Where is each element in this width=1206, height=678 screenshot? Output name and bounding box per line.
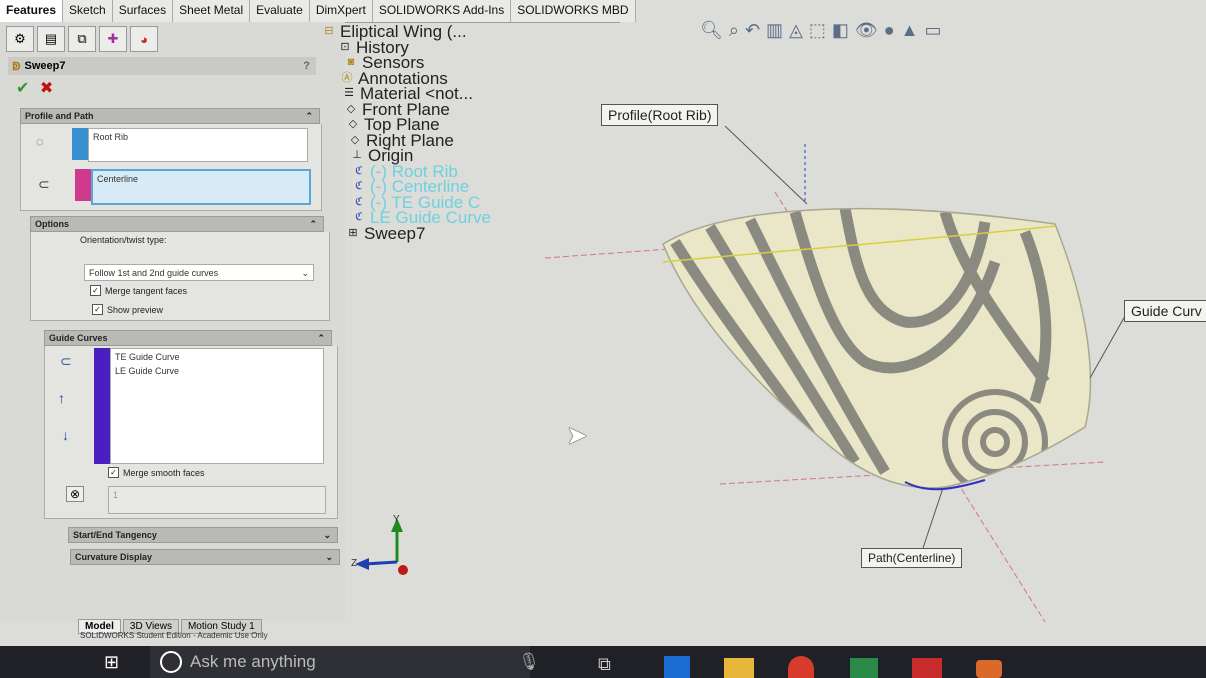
- section-count-icon: ⊗: [66, 486, 85, 502]
- sweep-title: Sweep7: [24, 60, 66, 72]
- task-view-icon[interactable]: ⧉: [598, 654, 611, 675]
- profile-callout[interactable]: Profile(Root Rib): [601, 104, 719, 126]
- tab-addins[interactable]: SOLIDWORKS Add-Ins: [372, 0, 512, 22]
- status-bar-text: SOLIDWORKS Student Edition - Academic Us…: [80, 631, 268, 640]
- manager-icon-row: ⚙ ▤ ⧉ ✚ ◕: [6, 26, 158, 54]
- orientation-value: Follow 1st and 2nd guide curves: [89, 268, 219, 278]
- collapse-icon[interactable]: ⌃: [305, 111, 313, 122]
- guide-curve-item[interactable]: TE Guide Curve: [115, 352, 319, 362]
- show-preview-label: Show preview: [107, 304, 164, 315]
- profile-color-swatch: [72, 128, 88, 160]
- ok-check-icon[interactable]: ✔: [16, 80, 29, 97]
- chevron-down-icon: ⌄: [301, 268, 309, 278]
- options-header[interactable]: Options ⌃: [30, 216, 324, 232]
- guide-curve-item[interactable]: LE Guide Curve: [115, 366, 319, 376]
- guide-color-swatch: [94, 348, 110, 464]
- curvature-label: Curvature Display: [75, 552, 153, 562]
- dropbox-icon[interactable]: [664, 656, 690, 678]
- start-end-label: Start/End Tangency: [73, 530, 157, 540]
- profile-selection-field[interactable]: Root Rib: [88, 128, 308, 162]
- guide-curves-label: Guide Curves: [49, 333, 108, 343]
- move-down-arrow-icon[interactable]: ↓: [62, 427, 69, 443]
- orientation-label: Orientation/twist type:: [80, 235, 167, 245]
- axis-y-label: Y: [393, 514, 400, 525]
- graphics-area[interactable]: [345, 22, 1206, 622]
- guide-curves-list[interactable]: TE Guide Curve LE Guide Curve: [110, 348, 324, 464]
- curvature-display-header[interactable]: Curvature Display ⌄: [70, 549, 340, 565]
- feature-manager-icon[interactable]: ⚙: [6, 26, 34, 52]
- options-label: Options: [35, 219, 69, 229]
- section-count-spinner[interactable]: 1: [108, 486, 326, 514]
- tab-evaluate[interactable]: Evaluate: [250, 0, 310, 22]
- property-manager-icon[interactable]: ▤: [37, 26, 65, 52]
- axis-z-label: Z: [351, 558, 358, 569]
- path-color-swatch: [75, 169, 91, 201]
- app-icon[interactable]: [976, 660, 1002, 678]
- cortana-search-box[interactable]: Ask me anything 🎙︎: [150, 646, 540, 678]
- cancel-x-icon[interactable]: ✖: [40, 80, 53, 97]
- profile-icon: ◌: [36, 134, 44, 149]
- search-placeholder: Ask me anything: [190, 652, 316, 671]
- merge-smooth-label: Merge smooth faces: [123, 467, 205, 478]
- app-icon[interactable]: [850, 658, 878, 678]
- windows-start-icon[interactable]: ⊞: [104, 652, 119, 673]
- show-preview-checkbox[interactable]: ✓ Show preview: [92, 304, 163, 315]
- cortana-circle-icon: [160, 651, 182, 673]
- merge-tangent-label: Merge tangent faces: [105, 285, 188, 296]
- part-icon: ⊟: [324, 25, 334, 37]
- command-manager-tabs: Features Sketch Surfaces Sheet Metal Eva…: [0, 0, 636, 23]
- tab-surfaces[interactable]: Surfaces: [112, 0, 174, 22]
- checkbox-tick-icon: ✓: [92, 304, 103, 315]
- tab-mbd[interactable]: SOLIDWORKS MBD: [511, 0, 636, 22]
- tab-sheet-metal[interactable]: Sheet Metal: [173, 0, 251, 22]
- path-callout[interactable]: Path(Centerline): [861, 548, 963, 568]
- guide-curve-icon: ⊂: [60, 353, 72, 369]
- merge-smooth-checkbox[interactable]: ✓ Merge smooth faces: [108, 467, 205, 478]
- configuration-manager-icon[interactable]: ⧉: [68, 26, 96, 52]
- dimxpert-manager-icon[interactable]: ✚: [99, 26, 127, 52]
- triad: [355, 518, 408, 575]
- collapse-icon[interactable]: ⌃: [317, 333, 325, 344]
- sweep-icon: ↁ: [12, 60, 21, 73]
- profile-path-label: Profile and Path: [25, 111, 94, 121]
- chrome-icon[interactable]: [788, 656, 814, 678]
- expand-icon[interactable]: ⌄: [325, 552, 333, 563]
- tab-sketch[interactable]: Sketch: [63, 0, 113, 22]
- tab-features[interactable]: Features: [0, 0, 64, 22]
- tab-dimxpert[interactable]: DimXpert: [309, 0, 373, 22]
- path-icon: ⊂: [38, 176, 50, 192]
- solidworks-icon[interactable]: [912, 658, 942, 678]
- mouse-cursor-icon: ➤: [566, 420, 588, 450]
- help-button[interactable]: ?: [303, 60, 310, 72]
- guide-curve-callout[interactable]: Guide Curv: [1124, 300, 1206, 322]
- checkbox-tick-icon: ✓: [108, 467, 119, 478]
- display-manager-icon[interactable]: ◕: [130, 26, 158, 52]
- profile-path-header[interactable]: Profile and Path ⌃: [20, 108, 320, 124]
- microphone-icon[interactable]: 🎙︎: [518, 652, 540, 672]
- guide-curves-header[interactable]: Guide Curves ⌃: [44, 330, 332, 346]
- expand-icon[interactable]: ⌄: [323, 530, 331, 541]
- merge-tangent-checkbox[interactable]: ✓ Merge tangent faces: [90, 285, 187, 296]
- collapse-icon[interactable]: ⌃: [309, 219, 317, 230]
- move-up-arrow-icon[interactable]: ↑: [58, 390, 65, 406]
- orientation-dropdown[interactable]: Follow 1st and 2nd guide curves ⌄: [84, 264, 314, 281]
- ok-cancel-row: ✔ ✖: [16, 78, 53, 98]
- start-end-tangency-header[interactable]: Start/End Tangency ⌄: [68, 527, 338, 543]
- file-explorer-icon[interactable]: [724, 658, 754, 678]
- wing-surface: [663, 208, 1091, 488]
- path-selection-field[interactable]: Centerline: [91, 169, 311, 205]
- checkbox-tick-icon: ✓: [90, 285, 101, 296]
- sweep-title-bar: ↁ Sweep7 ?: [8, 57, 316, 75]
